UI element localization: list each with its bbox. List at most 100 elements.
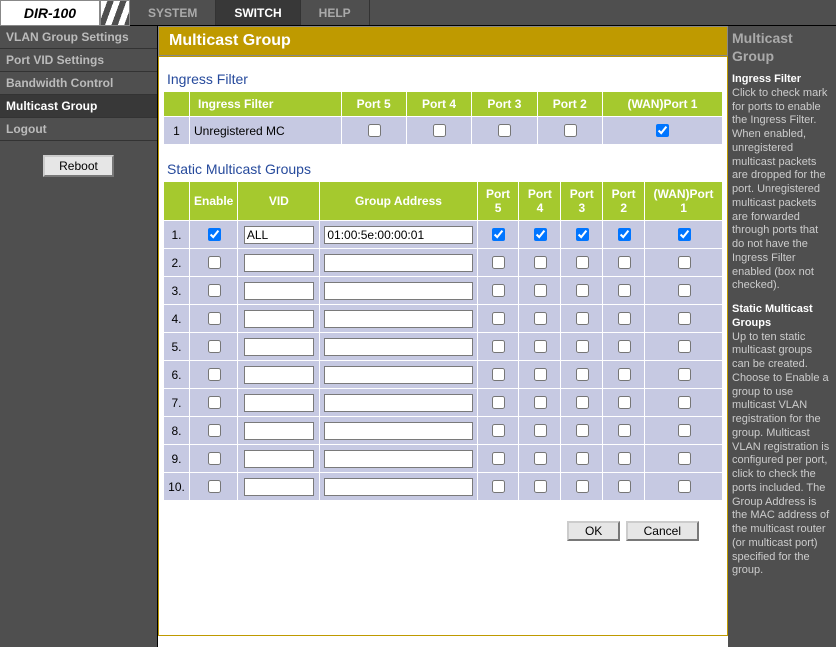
port-checkbox[interactable] xyxy=(576,228,589,241)
port-checkbox[interactable] xyxy=(534,312,547,325)
port-checkbox[interactable] xyxy=(576,284,589,297)
sidebar-item-logout[interactable]: Logout xyxy=(0,118,157,141)
table-row: 6. xyxy=(164,361,723,389)
port-checkbox[interactable] xyxy=(492,452,505,465)
group-address-input[interactable] xyxy=(324,478,472,496)
nav-switch[interactable]: SWITCH xyxy=(216,0,300,25)
port-checkbox[interactable] xyxy=(678,340,691,353)
port-checkbox[interactable] xyxy=(534,424,547,437)
vid-input[interactable] xyxy=(244,366,314,384)
port-checkbox[interactable] xyxy=(534,368,547,381)
enable-checkbox[interactable] xyxy=(208,424,221,437)
vid-input[interactable] xyxy=(244,310,314,328)
group-address-input[interactable] xyxy=(324,310,472,328)
port-checkbox[interactable] xyxy=(678,396,691,409)
reboot-button[interactable]: Reboot xyxy=(43,155,114,177)
enable-checkbox[interactable] xyxy=(208,256,221,269)
enable-checkbox[interactable] xyxy=(208,312,221,325)
vid-input[interactable] xyxy=(244,254,314,272)
port-checkbox[interactable] xyxy=(534,228,547,241)
nav-system[interactable]: SYSTEM xyxy=(130,0,216,25)
port-checkbox[interactable] xyxy=(492,256,505,269)
group-address-input[interactable] xyxy=(324,338,472,356)
port-checkbox[interactable] xyxy=(618,228,631,241)
port-checkbox[interactable] xyxy=(576,452,589,465)
enable-checkbox[interactable] xyxy=(208,396,221,409)
group-address-input[interactable] xyxy=(324,282,472,300)
enable-checkbox[interactable] xyxy=(208,368,221,381)
cancel-button[interactable]: Cancel xyxy=(626,521,699,541)
table-row: 7. xyxy=(164,389,723,417)
port-checkbox[interactable] xyxy=(618,396,631,409)
port-checkbox[interactable] xyxy=(534,256,547,269)
help-text-ingress: Click to check mark for ports to enable … xyxy=(732,87,827,292)
vid-input[interactable] xyxy=(244,226,314,244)
port-checkbox[interactable] xyxy=(534,480,547,493)
port-checkbox[interactable] xyxy=(492,368,505,381)
ingress-port5-checkbox[interactable] xyxy=(368,124,381,137)
enable-checkbox[interactable] xyxy=(208,480,221,493)
port-checkbox[interactable] xyxy=(576,396,589,409)
port-checkbox[interactable] xyxy=(492,284,505,297)
port-checkbox[interactable] xyxy=(534,284,547,297)
help-text-static: Up to ten static multicast groups can be… xyxy=(732,331,829,577)
sidebar-item-bandwidth[interactable]: Bandwidth Control xyxy=(0,72,157,95)
port-checkbox[interactable] xyxy=(576,312,589,325)
nav-help[interactable]: HELP xyxy=(301,0,370,25)
port-checkbox[interactable] xyxy=(678,368,691,381)
enable-checkbox[interactable] xyxy=(208,228,221,241)
sidebar-item-vlan-group[interactable]: VLAN Group Settings xyxy=(0,26,157,49)
port-checkbox[interactable] xyxy=(678,480,691,493)
ingress-port4-checkbox[interactable] xyxy=(433,124,446,137)
vid-input[interactable] xyxy=(244,338,314,356)
port-checkbox[interactable] xyxy=(618,368,631,381)
port-checkbox[interactable] xyxy=(618,312,631,325)
group-address-input[interactable] xyxy=(324,366,472,384)
port-checkbox[interactable] xyxy=(576,368,589,381)
port-checkbox[interactable] xyxy=(576,256,589,269)
group-address-input[interactable] xyxy=(324,422,472,440)
vid-input[interactable] xyxy=(244,394,314,412)
port-checkbox[interactable] xyxy=(492,228,505,241)
port-checkbox[interactable] xyxy=(576,480,589,493)
port-checkbox[interactable] xyxy=(678,452,691,465)
port-checkbox[interactable] xyxy=(618,284,631,297)
ingress-port1-checkbox[interactable] xyxy=(656,124,669,137)
port-checkbox[interactable] xyxy=(492,312,505,325)
group-address-input[interactable] xyxy=(324,226,472,244)
port-checkbox[interactable] xyxy=(534,340,547,353)
port-checkbox[interactable] xyxy=(492,340,505,353)
ok-button[interactable]: OK xyxy=(567,521,620,541)
port-checkbox[interactable] xyxy=(678,256,691,269)
enable-checkbox[interactable] xyxy=(208,340,221,353)
port-checkbox[interactable] xyxy=(618,452,631,465)
port-checkbox[interactable] xyxy=(678,424,691,437)
port-checkbox[interactable] xyxy=(678,284,691,297)
port-checkbox[interactable] xyxy=(576,340,589,353)
group-address-input[interactable] xyxy=(324,254,472,272)
port-checkbox[interactable] xyxy=(492,480,505,493)
group-address-input[interactable] xyxy=(324,450,472,468)
port-checkbox[interactable] xyxy=(678,228,691,241)
port-checkbox[interactable] xyxy=(618,480,631,493)
port-checkbox[interactable] xyxy=(618,340,631,353)
port-checkbox[interactable] xyxy=(678,312,691,325)
group-address-input[interactable] xyxy=(324,394,472,412)
port-checkbox[interactable] xyxy=(534,452,547,465)
enable-checkbox[interactable] xyxy=(208,284,221,297)
vid-input[interactable] xyxy=(244,282,314,300)
vid-input[interactable] xyxy=(244,422,314,440)
ingress-port2-checkbox[interactable] xyxy=(564,124,577,137)
sidebar-item-port-vid[interactable]: Port VID Settings xyxy=(0,49,157,72)
port-checkbox[interactable] xyxy=(576,424,589,437)
port-checkbox[interactable] xyxy=(492,424,505,437)
sidebar-item-multicast[interactable]: Multicast Group xyxy=(0,95,157,118)
vid-input[interactable] xyxy=(244,450,314,468)
port-checkbox[interactable] xyxy=(618,424,631,437)
port-checkbox[interactable] xyxy=(534,396,547,409)
enable-checkbox[interactable] xyxy=(208,452,221,465)
ingress-port3-checkbox[interactable] xyxy=(498,124,511,137)
vid-input[interactable] xyxy=(244,478,314,496)
port-checkbox[interactable] xyxy=(492,396,505,409)
port-checkbox[interactable] xyxy=(618,256,631,269)
